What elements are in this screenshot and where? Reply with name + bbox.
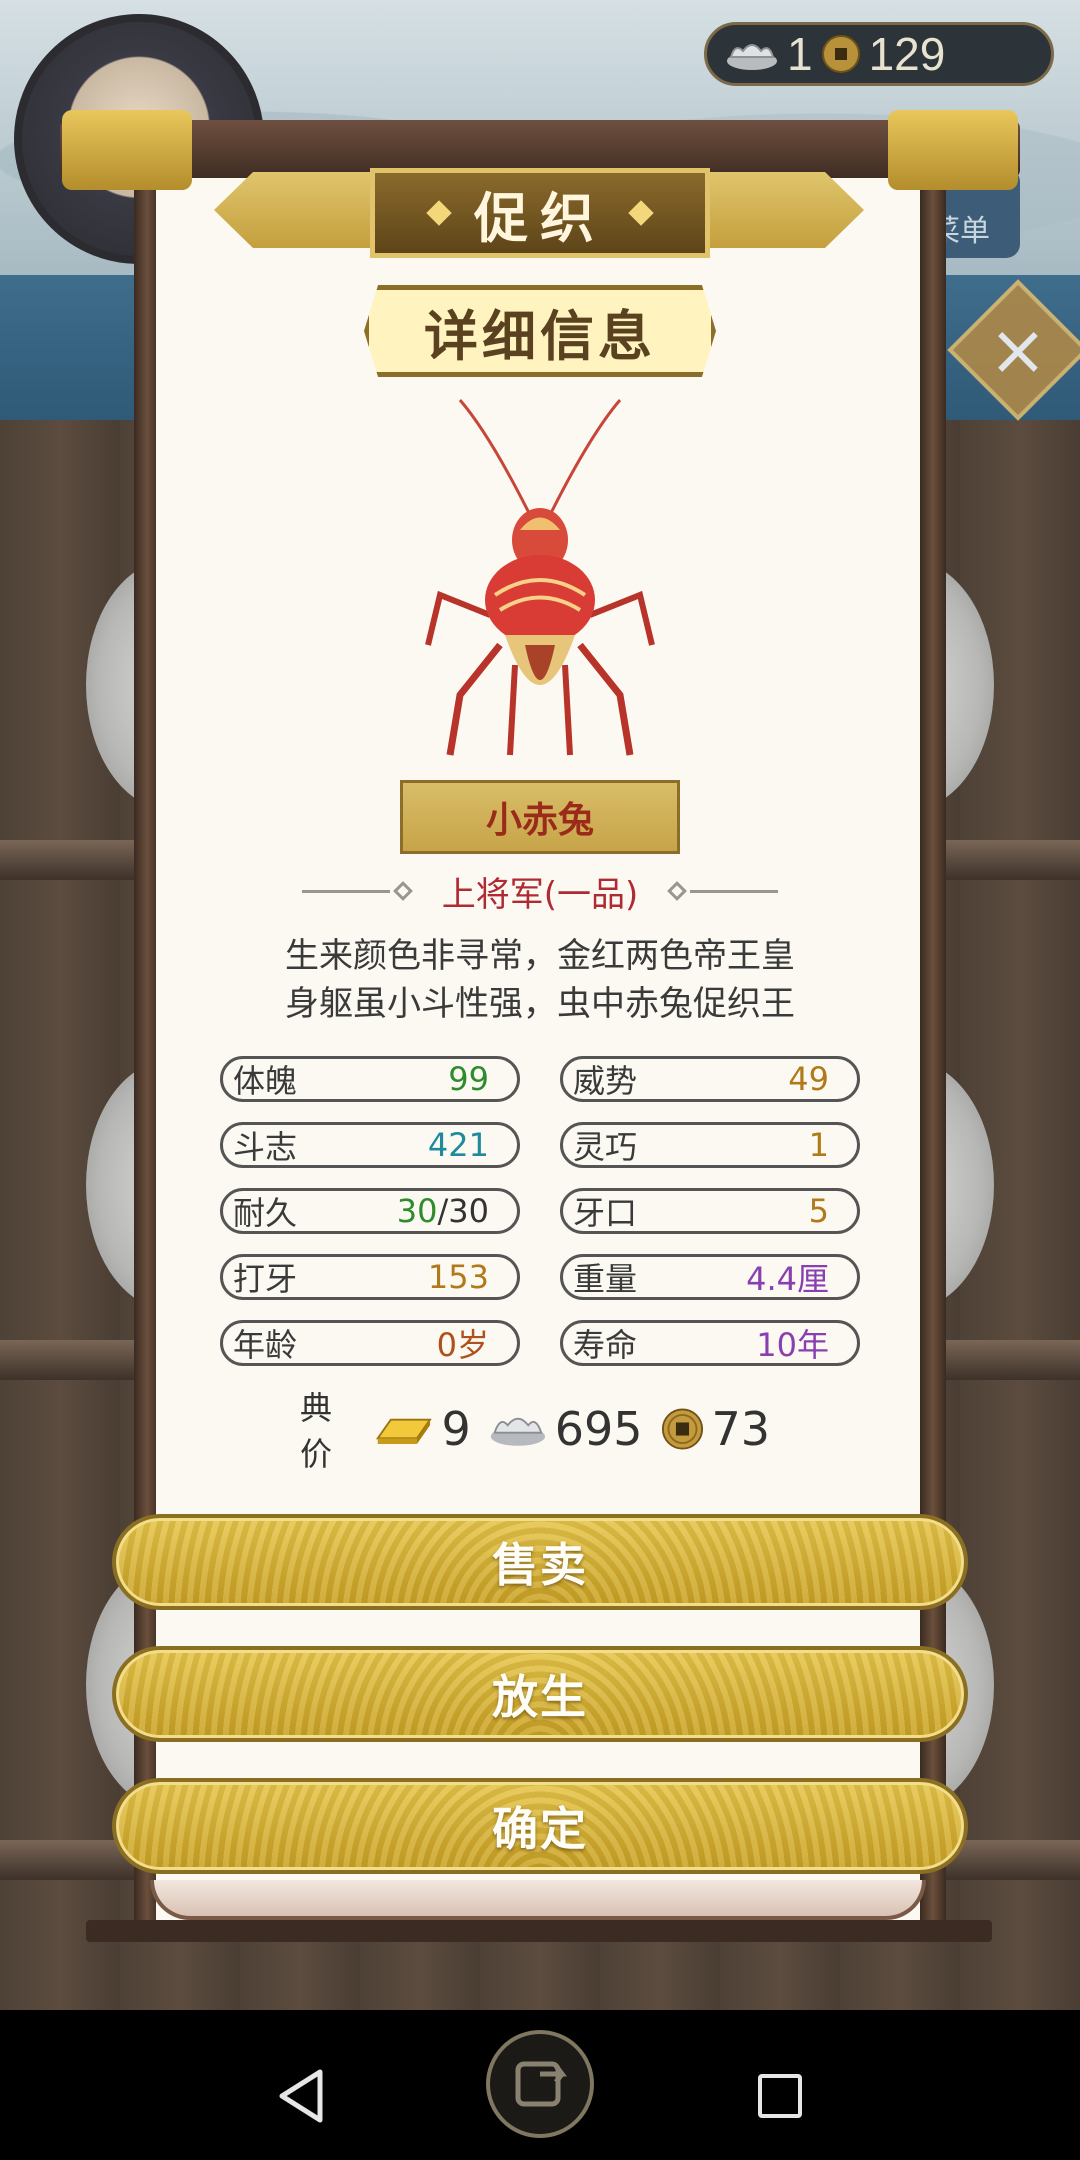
home-icon	[515, 2061, 567, 2107]
stat-value: 10年	[756, 1326, 829, 1364]
release-button[interactable]: 放生	[112, 1646, 968, 1742]
divider	[690, 889, 779, 893]
back-icon[interactable]	[276, 2068, 328, 2124]
rank-row: 上将军(一品)	[290, 866, 790, 916]
recent-apps-icon[interactable]	[758, 2074, 802, 2118]
scroll-bottom-roll	[150, 1880, 926, 1920]
subtitle-plaque: 详细信息	[364, 285, 716, 377]
copper-coin-icon	[661, 1408, 703, 1450]
copper-coin-icon	[821, 35, 860, 73]
price-row: 典价 9 695 73	[300, 1389, 780, 1473]
diamond-ornament-icon	[426, 200, 452, 226]
stat-strike: 打牙 153	[220, 1254, 520, 1300]
durability-max: /30	[437, 1192, 490, 1230]
stat-bite: 牙口 5	[560, 1188, 860, 1234]
cricket-name: 小赤兔	[485, 800, 594, 841]
scroll-foot-beam	[86, 1920, 992, 1942]
confirm-button[interactable]: 确定	[112, 1778, 968, 1874]
sell-button-label: 售卖	[492, 1538, 588, 1592]
gold-bar-icon	[375, 1418, 432, 1444]
currency-bar: 1 129	[704, 22, 1054, 86]
stat-value: 49	[788, 1060, 829, 1098]
stat-lifespan: 寿命 10年	[560, 1320, 860, 1366]
stat-label: 威势	[573, 1062, 638, 1100]
cricket-description: 生来颜色非寻常，金红两色帝王皇 身躯虽小斗性强，虫中赤兔促织王	[220, 932, 860, 1028]
stat-value: 99	[448, 1060, 489, 1098]
stat-value: 4.4厘	[746, 1260, 829, 1298]
page-title: 促织	[474, 186, 606, 250]
stat-value: 30/30	[397, 1192, 489, 1230]
silver-ingot-icon	[490, 1417, 545, 1446]
stat-agility: 灵巧 1	[560, 1122, 860, 1168]
cricket-rank: 上将军(一品)	[441, 874, 639, 915]
price-copper: 73	[711, 1402, 770, 1456]
confirm-button-label: 确定	[492, 1802, 588, 1856]
stat-value: 153	[427, 1258, 489, 1296]
diamond-ornament-icon	[628, 200, 654, 226]
stat-label: 斗志	[233, 1128, 298, 1166]
price-silver: 695	[554, 1402, 643, 1456]
sell-button[interactable]: 售卖	[112, 1514, 968, 1610]
stat-label: 牙口	[573, 1194, 638, 1232]
stat-value: 5	[808, 1192, 829, 1230]
beam-ornament-right	[888, 110, 1018, 190]
price-gold: 9	[441, 1402, 471, 1456]
stat-weight: 重量 4.4厘	[560, 1254, 860, 1300]
stat-fighting-spirit: 斗志 421	[220, 1122, 520, 1168]
ingot-count: 1	[787, 28, 813, 80]
cricket-image	[425, 399, 655, 756]
stat-momentum: 威势 49	[560, 1056, 860, 1102]
stat-label: 体魄	[233, 1062, 298, 1100]
stat-value: 0岁	[436, 1326, 489, 1364]
title-plaque: 促织	[370, 168, 710, 258]
diamond-ornament-icon	[667, 881, 688, 901]
stat-physique: 体魄 99	[220, 1056, 520, 1102]
stat-value: 1	[808, 1126, 829, 1164]
stat-label: 年龄	[233, 1326, 298, 1364]
stat-durability: 耐久 30/30	[220, 1188, 520, 1234]
stat-label: 重量	[573, 1260, 638, 1298]
coin-count: 129	[868, 28, 946, 80]
poem-line: 身躯虽小斗性强，虫中赤兔促织王	[285, 984, 795, 1024]
diamond-ornament-icon	[392, 881, 413, 901]
home-button[interactable]	[486, 2030, 594, 2138]
poem-line: 生来颜色非寻常，金红两色帝王皇	[285, 936, 795, 976]
subtitle: 详细信息	[424, 304, 656, 368]
cricket-name-plate: 小赤兔	[400, 780, 680, 854]
stat-value: 421	[427, 1126, 489, 1164]
stat-label: 寿命	[573, 1326, 638, 1364]
stat-label: 打牙	[233, 1260, 298, 1298]
stat-label: 耐久	[233, 1194, 298, 1232]
durability-current: 30	[396, 1192, 438, 1230]
release-button-label: 放生	[492, 1670, 588, 1724]
close-icon: ×	[988, 309, 1048, 391]
silver-ingot-icon	[727, 44, 777, 70]
stat-age: 年龄 0岁	[220, 1320, 520, 1366]
divider	[301, 889, 390, 893]
price-label: 典价	[300, 1389, 333, 1473]
stat-label: 灵巧	[573, 1128, 638, 1166]
beam-ornament-left	[62, 110, 192, 190]
